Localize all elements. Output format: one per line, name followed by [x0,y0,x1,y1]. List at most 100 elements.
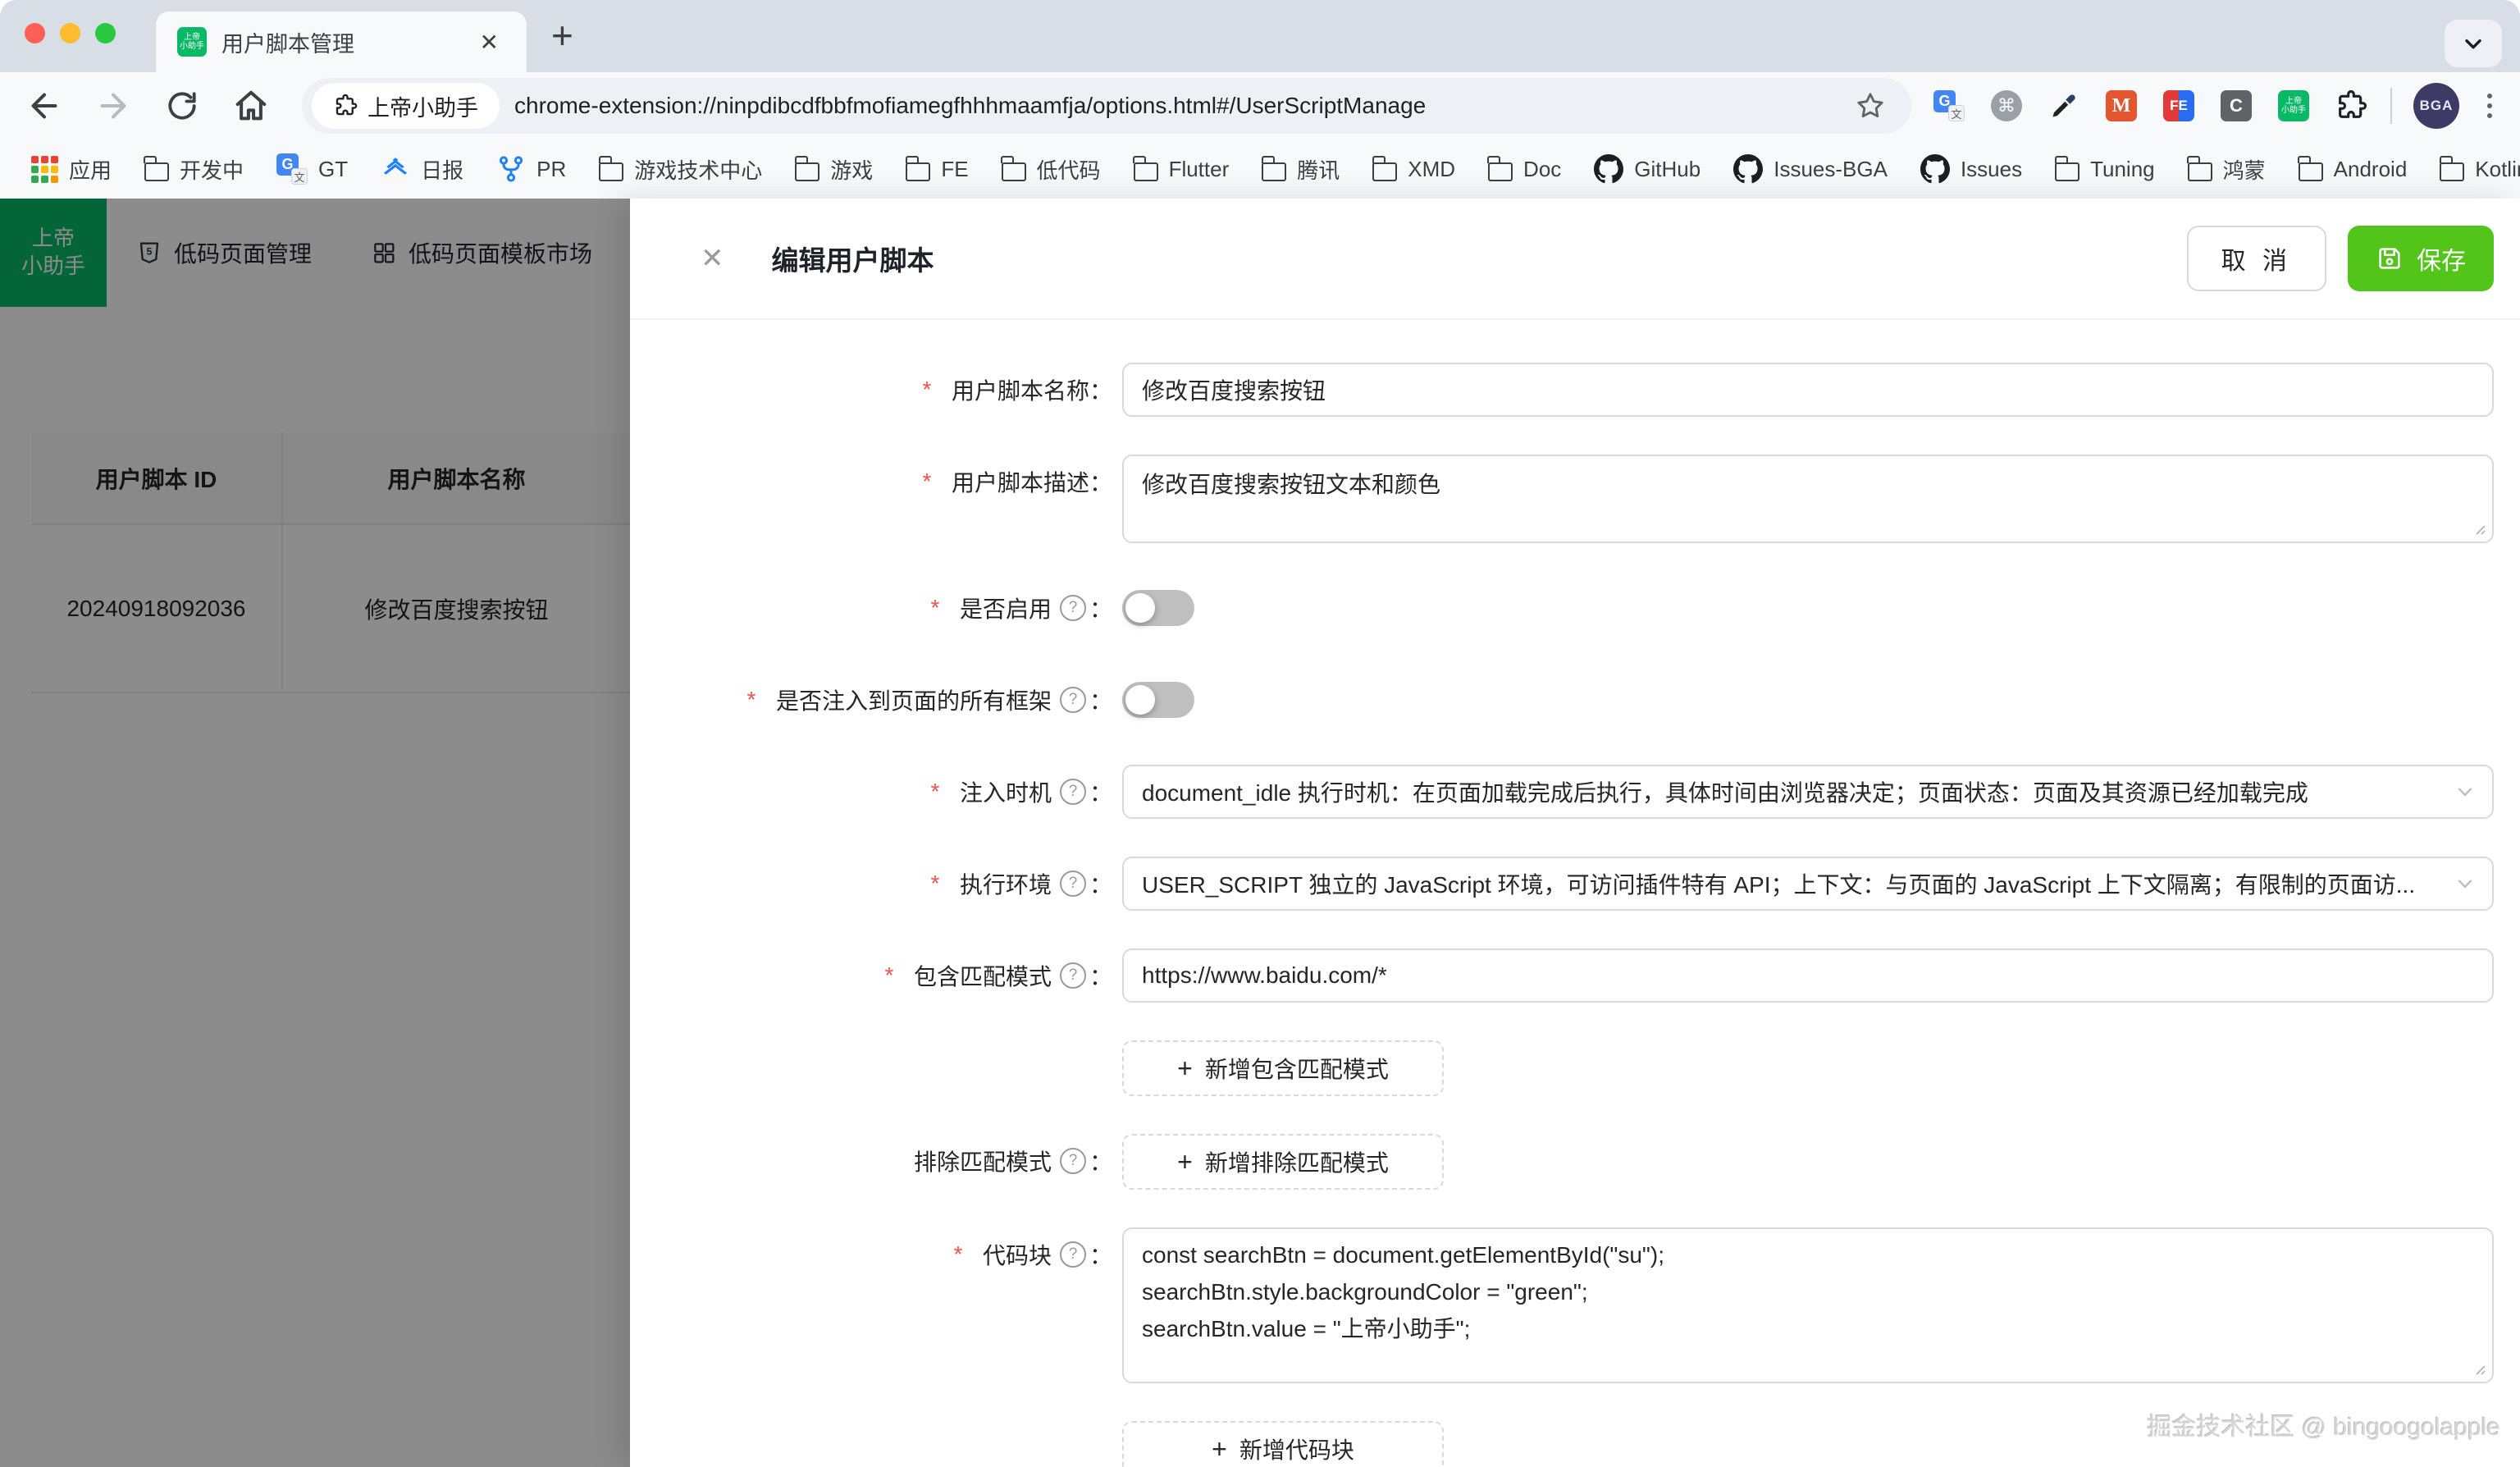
bookmark-folder-android[interactable]: Android [2299,157,2408,182]
bookmark-folder-tuning[interactable]: Tuning [2055,157,2155,182]
extensions-menu-button[interactable] [2333,88,2369,124]
tab-close-icon[interactable]: ✕ [473,25,505,59]
translate-icon: G文 [276,153,308,185]
tab-search-button[interactable] [2445,20,2502,67]
world-select[interactable]: USER_SCRIPT 独立的 JavaScript 环境，可访问插件特有 AP… [1122,857,2494,911]
add-code-block-button[interactable]: + 新增代码块 [1122,1421,1444,1467]
add-include-pattern-button[interactable]: + 新增包含匹配模式 [1122,1040,1444,1096]
form-row-description: * 用户脚本描述 ： 修改百度搜索按钮文本和颜色 [630,455,2494,543]
new-tab-button[interactable]: + [551,13,573,57]
juejin-icon [381,154,410,184]
bookmark-folder-lowcode[interactable]: 低代码 [1002,154,1101,185]
folder-icon [1134,162,1158,181]
required-asterisk: * [915,779,955,805]
bookmark-label: PR [536,157,566,182]
bookmark-label: 腾讯 [1297,154,1340,185]
minimize-window-button[interactable] [60,23,80,43]
browser-tab[interactable]: 上帝 小助手 用户脚本管理 ✕ [156,11,527,72]
help-icon[interactable]: ? [1060,962,1086,989]
field-label-empty [630,1421,1122,1467]
bookmark-folder-gametech[interactable]: 游戏技术中心 [599,154,762,185]
help-icon[interactable]: ? [1060,595,1086,621]
bookmark-apps[interactable]: 应用 [31,154,112,185]
colorpicker-extension-button[interactable] [2046,88,2082,124]
window-controls [25,23,116,43]
resize-handle-icon[interactable] [2472,1361,2486,1376]
close-window-button[interactable] [25,23,45,43]
github-icon [1594,154,1623,184]
git-fork-icon [496,154,526,184]
browser-menu-button[interactable] [2481,94,2499,118]
help-icon[interactable]: ? [1060,687,1086,713]
favicon-text-top: 上帝 [184,33,200,43]
bookmark-issues-bga[interactable]: Issues-BGA [1733,154,1888,184]
url-text[interactable]: chrome-extension://ninpdibcdfbbfmofiameg… [514,93,1851,119]
field-label: * 注入时机 ? ： [630,765,1122,819]
plus-icon: + [1177,1053,1193,1084]
command-extension-button[interactable]: ⌘ [1988,88,2025,124]
bookmark-folder-xmd[interactable]: XMD [1372,157,1455,182]
drawer-close-icon[interactable]: ✕ [701,244,724,272]
folder-icon [1262,162,1286,181]
help-icon[interactable]: ? [1060,779,1086,805]
translate-extension-button[interactable]: G 文 [1931,88,1967,124]
bookmark-folder-harmony[interactable]: 鸿蒙 [2188,154,2266,185]
bookmark-github[interactable]: GitHub [1594,154,1701,184]
bookmark-folder-game[interactable]: 游戏 [795,154,873,185]
run-at-select[interactable]: document_idle 执行时机：在页面加载完成后执行，具体时间由浏览器决定… [1122,765,2494,819]
script-name-input[interactable]: 修改百度搜索按钮 [1122,363,2494,417]
reload-button[interactable] [159,83,205,129]
bookmark-folder-kotlin[interactable]: Kotlin [2440,157,2520,182]
help-icon[interactable]: ? [1060,1148,1086,1174]
bookmark-star-button[interactable] [1851,89,1890,122]
add-exclude-pattern-button[interactable]: + 新增排除匹配模式 [1122,1134,1444,1190]
tab-title: 用户脚本管理 [221,26,473,58]
bookmark-label: Doc [1523,157,1561,182]
address-bar[interactable]: 上帝小助手 chrome-extension://ninpdibcdfbbfmo… [302,78,1911,134]
helper-extension-button[interactable]: 上帝 小助手 [2276,88,2312,124]
help-icon[interactable]: ? [1060,1241,1086,1268]
extension-name-chip[interactable]: 上帝小助手 [312,83,500,129]
bookmark-folder-deving[interactable]: 开发中 [144,154,244,185]
translate-icon: G 文 [1933,90,1965,121]
include-pattern-input[interactable]: https://www.baidu.com/* [1122,948,2494,1003]
help-icon[interactable]: ? [1060,871,1086,897]
favicon-text-bottom: 小助手 [180,42,204,52]
save-button[interactable]: 保存 [2348,226,2494,291]
bookmark-gt[interactable]: G文GT [276,153,348,185]
maximize-window-button[interactable] [95,23,116,43]
cancel-button[interactable]: 取 消 [2187,226,2326,291]
bookmark-pr[interactable]: PR [496,154,566,184]
bookmark-folder-flutter[interactable]: Flutter [1134,157,1230,182]
forward-button[interactable] [90,83,136,129]
home-button[interactable] [228,83,274,129]
bookmark-label: 应用 [69,154,112,185]
folder-icon [599,162,623,181]
resize-handle-icon[interactable] [2472,521,2486,536]
field-label: * 用户脚本描述 ： [630,455,1122,509]
bookmark-label: XMD [1408,157,1455,182]
profile-avatar[interactable]: BGA [2413,83,2459,129]
bookmark-folder-tencent[interactable]: 腾讯 [1262,154,1340,185]
all-frames-toggle[interactable] [1122,682,1194,718]
back-button[interactable] [21,83,67,129]
chevron-down-icon [2454,873,2476,894]
script-description-textarea[interactable]: 修改百度搜索按钮文本和颜色 [1122,455,2494,543]
bookmark-folder-fe[interactable]: FE [906,157,968,182]
chevron-down-icon [2460,30,2486,57]
bookmark-issues[interactable]: Issues [1920,154,2022,184]
enabled-toggle[interactable] [1122,590,1194,626]
medium-extension-button[interactable]: M [2103,88,2139,124]
c-extension-button[interactable]: C [2218,88,2254,124]
home-icon [232,87,270,125]
drawer-mask-overlay[interactable] [0,199,630,1467]
bookmark-folder-doc[interactable]: Doc [1488,157,1561,182]
helper-icon-bottom: 小助手 [2281,106,2306,116]
bookmark-label: 游戏 [830,154,873,185]
bookmark-daily[interactable]: 日报 [381,154,463,185]
folder-icon [1002,162,1026,181]
bookmark-label: 开发中 [180,154,244,185]
bookmark-label: Kotlin [2475,157,2520,182]
fe-extension-button[interactable]: FE [2161,88,2197,124]
code-block-textarea[interactable]: const searchBtn = document.getElementByI… [1122,1227,2494,1383]
